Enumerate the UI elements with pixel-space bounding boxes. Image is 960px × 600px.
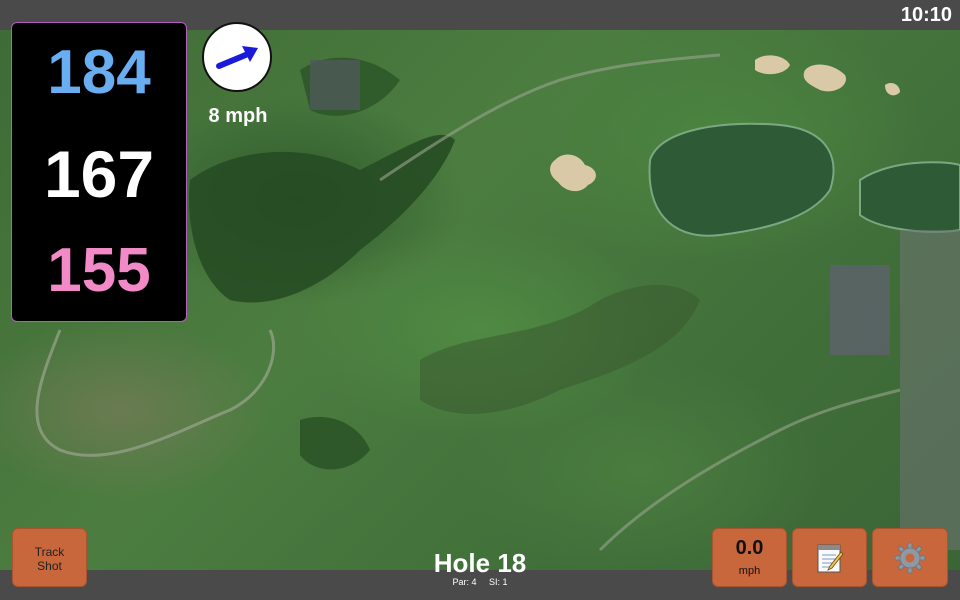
wind-indicator <box>202 22 272 92</box>
yardage-panel: 184 167 155 <box>11 22 187 322</box>
wind-speed-label: 8 mph <box>208 105 268 127</box>
speed-unit: mph <box>738 565 761 577</box>
notepad-icon <box>817 544 844 572</box>
track-shot-label-line1: Track <box>34 545 65 559</box>
hole-info: Par: 4 SI: 1 <box>380 577 580 587</box>
track-shot-label-line2: Shot <box>37 559 62 573</box>
gear-icon <box>894 542 926 573</box>
wind-direction-arrow-icon <box>216 46 258 69</box>
speed-button[interactable]: 0.0 mph <box>712 528 787 587</box>
speed-value: 0.0 <box>735 537 764 559</box>
distance-to-middle: 167 <box>43 137 155 211</box>
distance-to-front: 155 <box>47 236 151 305</box>
track-shot-button[interactable]: Track Shot <box>12 528 87 587</box>
distance-to-back: 184 <box>47 38 151 107</box>
hole-title: Hole 18 <box>433 548 527 578</box>
notes-button[interactable] <box>792 528 867 587</box>
settings-button[interactable] <box>872 528 948 587</box>
hole-par: Par: 4 <box>452 577 477 587</box>
hole-stroke-index: SI: 1 <box>489 577 508 587</box>
clock-time: 10:10 <box>900 4 952 26</box>
